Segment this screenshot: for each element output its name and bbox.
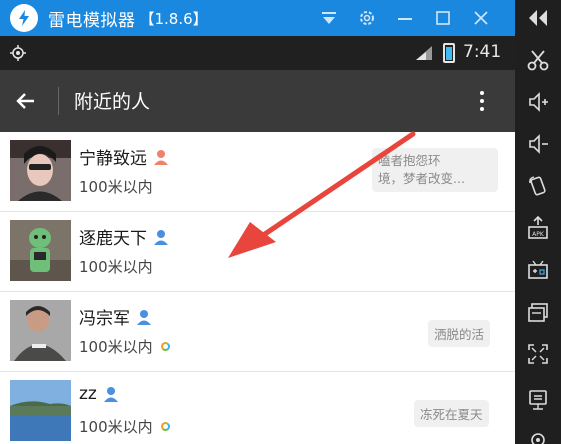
location-icon <box>10 45 26 61</box>
online-status-icon <box>160 422 170 431</box>
online-status-icon <box>160 342 170 351</box>
double-chevron-left-icon <box>529 10 547 26</box>
window-version: 【1.8.6】 <box>139 9 208 28</box>
person-name: zz <box>79 384 119 404</box>
volume-down-icon <box>529 134 548 154</box>
apk-icon: APK <box>528 216 548 239</box>
circle-dot-icon <box>531 433 545 444</box>
volume-up-button[interactable] <box>524 88 552 116</box>
svg-text:APK: APK <box>532 231 545 238</box>
app-logo-icon <box>10 4 38 32</box>
signature-bubble: 洒脱的活 <box>428 320 491 347</box>
android-statusbar: 7:41 <box>0 36 515 70</box>
back-button[interactable] <box>10 85 42 117</box>
settings-gear-icon[interactable] <box>355 6 379 30</box>
male-user-icon <box>154 229 168 245</box>
list-item[interactable]: 宁静致远 100米以内 嗑者抱怨环 境，梦者改变... <box>0 132 515 212</box>
avatar[interactable] <box>10 300 71 361</box>
page-title: 附近的人 <box>74 91 151 113</box>
male-user-icon <box>103 387 118 402</box>
person-name: 宁静致远 <box>79 144 169 169</box>
avatar[interactable] <box>10 140 71 201</box>
volume-up-icon <box>529 92 548 112</box>
header-divider <box>58 87 59 115</box>
battery-icon <box>443 43 455 63</box>
emulator-toolbar: APK <box>515 0 561 444</box>
person-name: 逐鹿天下 <box>79 224 169 249</box>
multi-instance-button[interactable] <box>524 298 552 326</box>
overflow-menu-button[interactable] <box>470 85 494 117</box>
distance-label: 100米以内 <box>79 258 153 276</box>
distance-label: 100米以内 <box>79 416 170 437</box>
signature-bubble: 嗑者抱怨环 境，梦者改变... <box>372 148 498 192</box>
copy-window-icon <box>528 303 548 322</box>
minimize-icon[interactable] <box>393 6 417 30</box>
emulator-titlebar: 雷电模拟器 【1.8.6】 <box>0 0 515 36</box>
app-header: 附近的人 <box>0 70 515 132</box>
volume-down-button[interactable] <box>524 130 552 158</box>
rotate-icon <box>529 176 546 196</box>
scissors-icon <box>527 50 549 71</box>
back-arrow-icon <box>16 93 34 109</box>
screenshot-button[interactable] <box>524 46 552 74</box>
distance-label: 100米以内 <box>79 178 153 196</box>
collapse-toolbar-button[interactable] <box>524 4 552 32</box>
person-name: 冯宗军 <box>79 304 152 329</box>
close-icon[interactable] <box>469 6 493 30</box>
maximize-icon[interactable] <box>431 6 455 30</box>
status-time: 7:41 <box>463 42 502 62</box>
distance-label: 100米以内 <box>79 336 170 357</box>
emulator-window: 雷电模拟器 【1.8.6】 7:41 附近的人 宁静致远 100米以内 嗑者抱怨… <box>0 0 561 444</box>
list-item[interactable]: 逐鹿天下 100米以内 <box>0 212 515 292</box>
signature-bubble: 冻死在夏天 <box>414 400 489 427</box>
nearby-people-list: 宁静致远 100米以内 嗑者抱怨环 境，梦者改变... 逐鹿天下 100米以内 … <box>0 132 515 444</box>
fullscreen-button[interactable] <box>524 340 552 368</box>
keyboard-mapping-button[interactable] <box>524 256 552 284</box>
male-user-icon <box>137 309 151 325</box>
avatar[interactable] <box>10 380 71 441</box>
female-user-icon <box>154 149 168 165</box>
gamepad-key-icon <box>528 260 548 279</box>
list-item[interactable]: 冯宗军 100米以内 洒脱的活 <box>0 292 515 372</box>
fullscreen-icon <box>528 344 548 364</box>
more-tools-button[interactable] <box>524 426 552 444</box>
rotate-button[interactable] <box>524 172 552 200</box>
window-title: 雷电模拟器 <box>48 10 136 31</box>
screen-record-button[interactable] <box>524 386 552 414</box>
signal-icon <box>416 46 432 60</box>
window-controls <box>317 0 493 36</box>
list-item[interactable]: zz 100米以内 冻死在夏天 <box>0 372 515 444</box>
dropdown-icon[interactable] <box>317 6 341 30</box>
monitor-icon <box>529 390 547 410</box>
avatar[interactable] <box>10 220 71 281</box>
install-apk-button[interactable]: APK <box>524 214 552 242</box>
